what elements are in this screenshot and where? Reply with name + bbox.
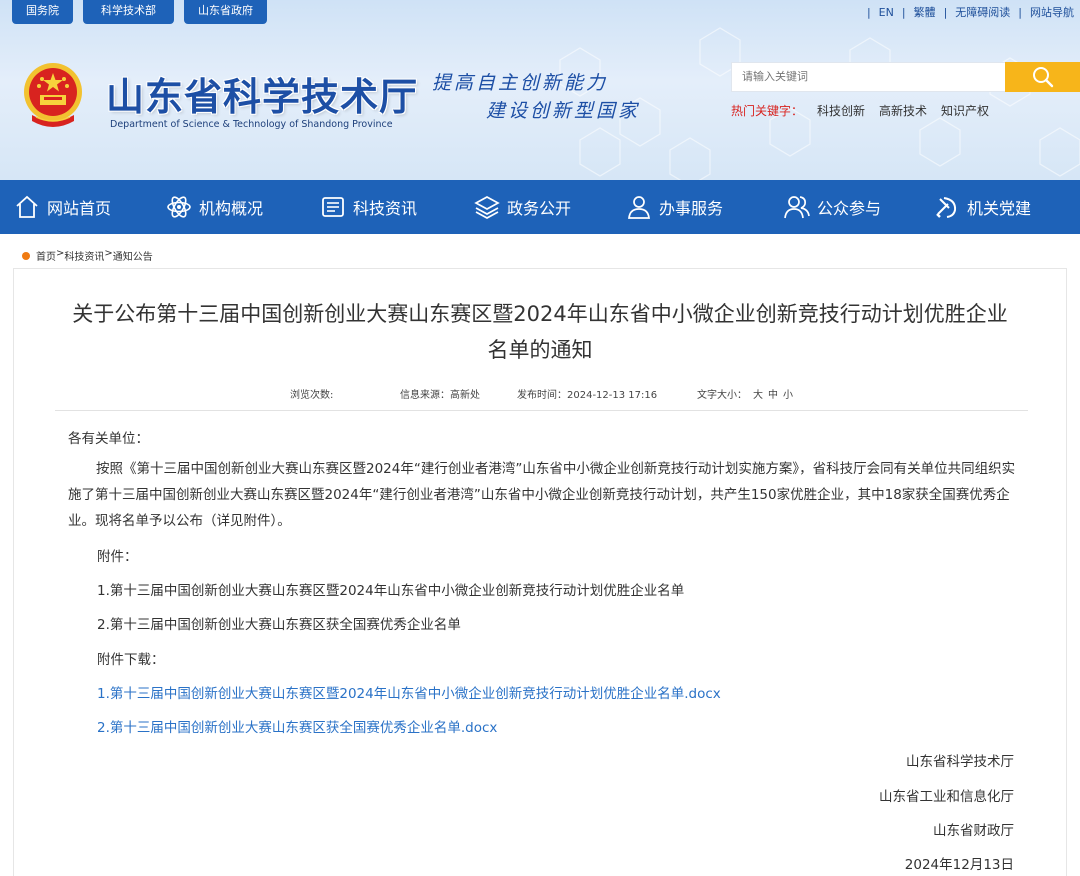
article-body: 按照《第十三届中国创新创业大赛山东赛区暨2024年“建行创业者港湾”山东省中小微… [68,461,1016,529]
font-size-small[interactable]: 小 [783,386,793,401]
english-link[interactable]: EN [879,6,894,19]
signature-3: 山东省财政厅 [933,823,1014,839]
main-nav: 网站首页 机构概况 科技资讯 政务公开 办事服务 公众参与 机关党建 [0,180,1080,234]
breadcrumb-section[interactable]: 科技资讯 [64,248,104,263]
nav-news-label: 科技资讯 [353,199,418,218]
top-links: 国务院 科学技术部 山东省政府 [12,0,267,24]
layers-icon [474,196,500,219]
search-icon [1032,67,1053,88]
nav-home[interactable]: 网站首页 [14,180,111,234]
download-label: 附件下载： [97,652,165,668]
font-size-large[interactable]: 大 [753,386,763,401]
breadcrumb: 首页 > 科技资讯 > 通知公告 [22,248,153,263]
accessibility-link[interactable]: 无障碍阅读 [955,4,1010,20]
home-icon [16,195,38,218]
people-icon [784,196,810,219]
hot-keywords-label: 热门关键字： [731,104,804,118]
signature-1: 山东省科学技术厅 [906,754,1014,770]
download-link-1[interactable]: 1.第十三届中国创新创业大赛山东赛区暨2024年山东省中小微企业创新竞技行动计划… [97,682,721,702]
user-service-icon [628,196,650,219]
link-state-council[interactable]: 国务院 [12,0,73,24]
site-header: 国务院 科学技术部 山东省政府 | EN | 繁體 | 无障碍阅读 | 网站导航… [0,0,1080,180]
greeting: 各有关单位： [68,431,149,447]
slogan-line-1: 提高自主创新能力 [432,72,609,94]
link-most[interactable]: 科学技术部 [83,0,174,24]
slogan-line-2: 建设创新型国家 [486,100,641,122]
download-link-2[interactable]: 2.第十三届中国创新创业大赛山东赛区获全国赛优秀企业名单.docx [97,716,497,736]
publish-date: 2024年12月13日 [904,857,1014,873]
font-size-medium[interactable]: 中 [768,386,778,401]
hot-keyword-1[interactable]: 科技创新 [817,102,865,119]
nav-home-label: 网站首页 [47,199,112,218]
meta-divider [55,410,1028,411]
news-icon [322,197,344,217]
nav-gov-affairs[interactable]: 政务公开 [474,180,571,234]
atom-icon [167,196,191,218]
signature-2: 山东省工业和信息化厅 [879,789,1014,805]
attachment-item-1: 1.第十三届中国创新创业大赛山东赛区暨2024年山东省中小微企业创新竞技行动计划… [97,583,685,599]
search-input[interactable] [731,62,1008,92]
nav-services-label: 办事服务 [659,199,724,218]
breadcrumb-dot-icon [22,251,30,260]
site-title: 山东省科学技术厅 [106,75,419,119]
nav-about-label: 机构概况 [199,199,264,218]
breadcrumb-home[interactable]: 首页 [36,248,56,263]
nav-party-label: 机关党建 [967,199,1032,218]
nav-services[interactable]: 办事服务 [626,180,723,234]
nav-about[interactable]: 机构概况 [166,180,263,234]
nav-public[interactable]: 公众参与 [784,180,881,234]
search-button[interactable] [1005,62,1080,92]
article-title-line-1: 关于公布第十三届中国创新创业大赛山东赛区暨2024年山东省中小微企业创新竞技行动… [72,302,1008,326]
attachment-label: 附件： [97,549,138,565]
national-emblem-icon [24,63,82,127]
nav-party[interactable]: 机关党建 [934,180,1031,234]
party-emblem-icon [936,197,957,218]
views-label: 浏览次数: [290,390,334,401]
article-title: 关于公布第十三届中国创新创业大赛山东赛区暨2024年山东省中小微企业创新竞技行动… [40,296,1040,368]
hot-keyword-3[interactable]: 知识产权 [941,102,989,119]
utility-bar: | EN | 繁體 | 无障碍阅读 | 网站导航 [866,4,1074,20]
site-subtitle: Department of Science & Technology of Sh… [110,119,393,130]
sitemap-link[interactable]: 网站导航 [1030,4,1074,20]
article-title-line-2: 名单的通知 [487,338,593,362]
hot-keyword-2[interactable]: 高新技术 [879,102,927,119]
font-size-label: 文字大小： [697,390,747,401]
breadcrumb-separator: > [56,248,65,259]
nav-public-label: 公众参与 [817,199,882,218]
traditional-chinese-link[interactable]: 繁體 [914,4,936,20]
attachment-item-2: 2.第十三届中国创新创业大赛山东赛区获全国赛优秀企业名单 [97,617,461,633]
nav-gov-affairs-label: 政务公开 [507,199,572,218]
breadcrumb-separator: > [104,248,113,259]
hot-keywords: 热门关键字： 科技创新 高新技术 知识产权 [731,102,989,119]
link-shandong-gov[interactable]: 山东省政府 [184,0,267,24]
source-info: 信息来源：高新处 [400,390,480,401]
breadcrumb-current[interactable]: 通知公告 [113,248,153,263]
publish-time: 发布时间：2024-12-13 17:16 [517,390,658,401]
nav-news[interactable]: 科技资讯 [320,180,417,234]
